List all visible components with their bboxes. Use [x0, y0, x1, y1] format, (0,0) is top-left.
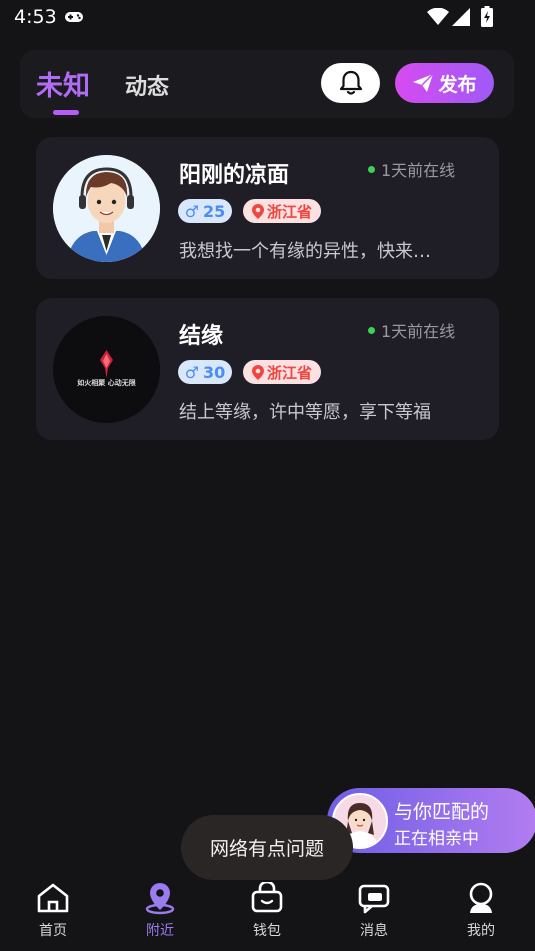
age-value: 25: [203, 201, 226, 221]
status-bar: 4:53: [0, 0, 535, 36]
home-icon: [37, 883, 69, 913]
region-text: 浙江省: [266, 202, 312, 221]
location-pin-icon: [251, 364, 264, 380]
network-toast: 网络有点问题: [181, 815, 353, 880]
profile-icon: [469, 882, 493, 913]
send-icon: [413, 73, 435, 92]
user-card[interactable]: 如火相聚 心动无限 结缘 1天前在线 ♂ 30 浙江省 结上等缘，许中等愿，享下…: [36, 298, 499, 440]
nav-item-nearby[interactable]: 附近: [130, 880, 190, 940]
online-dot-icon: [368, 165, 375, 173]
nav-item-wallet[interactable]: 钱包: [237, 880, 297, 940]
nav-label: 钱包: [253, 923, 281, 939]
publish-label: 发布: [438, 73, 477, 96]
notification-button[interactable]: [321, 63, 380, 103]
user-card[interactable]: 阳刚的凉面 1天前在线 ♂ 25 浙江省 我想找一个有缘的异性，快来…: [36, 137, 499, 279]
publish-button[interactable]: 发布: [395, 63, 494, 103]
wallet-icon: [251, 882, 283, 913]
age-value: 30: [203, 362, 226, 382]
gamepad-icon: [65, 12, 83, 22]
toast-text: 网络有点问题: [209, 838, 324, 860]
nav-label: 消息: [360, 923, 388, 939]
region-badge: 浙江省: [243, 199, 321, 223]
gender-age-badge: ♂ 25: [178, 199, 232, 223]
avatar[interactable]: 如火相聚 心动无限: [53, 316, 160, 423]
nav-item-home[interactable]: 首页: [23, 880, 83, 940]
avatar[interactable]: [53, 155, 160, 262]
message-icon: [358, 884, 390, 914]
male-icon: ♂: [184, 201, 200, 221]
tab-moments[interactable]: 动态: [125, 69, 169, 101]
nav-label: 首页: [39, 923, 67, 939]
battery-icon: [481, 6, 493, 27]
wifi-icon: [427, 8, 449, 25]
tab-unknown[interactable]: 未知: [36, 64, 90, 103]
online-dot-icon: [368, 326, 375, 334]
online-status: 1天前在线: [368, 157, 455, 181]
status-time: 4:53: [14, 6, 57, 28]
male-icon: ♂: [184, 362, 200, 382]
user-bio: 我想找一个有缘的异性，快来…: [179, 241, 431, 262]
user-bio: 结上等缘，许中等愿，享下等福: [179, 402, 431, 423]
match-banner[interactable]: 与你匹配的 正在相亲中: [327, 788, 535, 853]
tab-indicator: [53, 110, 79, 115]
gender-age-badge: ♂ 30: [178, 360, 232, 384]
nav-label: 附近: [146, 923, 174, 939]
user-name: 阳刚的凉面: [179, 163, 290, 188]
location-icon: [145, 883, 175, 915]
header-bar: 未知 动态 发布: [20, 50, 514, 118]
bell-icon: [339, 70, 362, 95]
match-title: 与你匹配的: [394, 801, 490, 823]
match-subtitle: 正在相亲中: [394, 829, 479, 849]
avatar-logo-text: 如火相聚 心动无限: [77, 379, 136, 387]
user-name: 结缘: [179, 324, 224, 349]
online-text: 1天前在线: [381, 322, 456, 341]
signal-icon: [452, 8, 470, 26]
region-badge: 浙江省: [243, 360, 321, 384]
location-pin-icon: [251, 203, 264, 219]
nav-item-profile[interactable]: 我的: [451, 880, 511, 940]
bottom-nav: 首页 附近 钱包 消息 我的: [0, 876, 535, 951]
nav-item-messages[interactable]: 消息: [344, 880, 404, 940]
nav-label: 我的: [467, 923, 495, 939]
region-text: 浙江省: [266, 363, 312, 382]
online-status: 1天前在线: [368, 318, 455, 342]
online-text: 1天前在线: [381, 161, 456, 180]
